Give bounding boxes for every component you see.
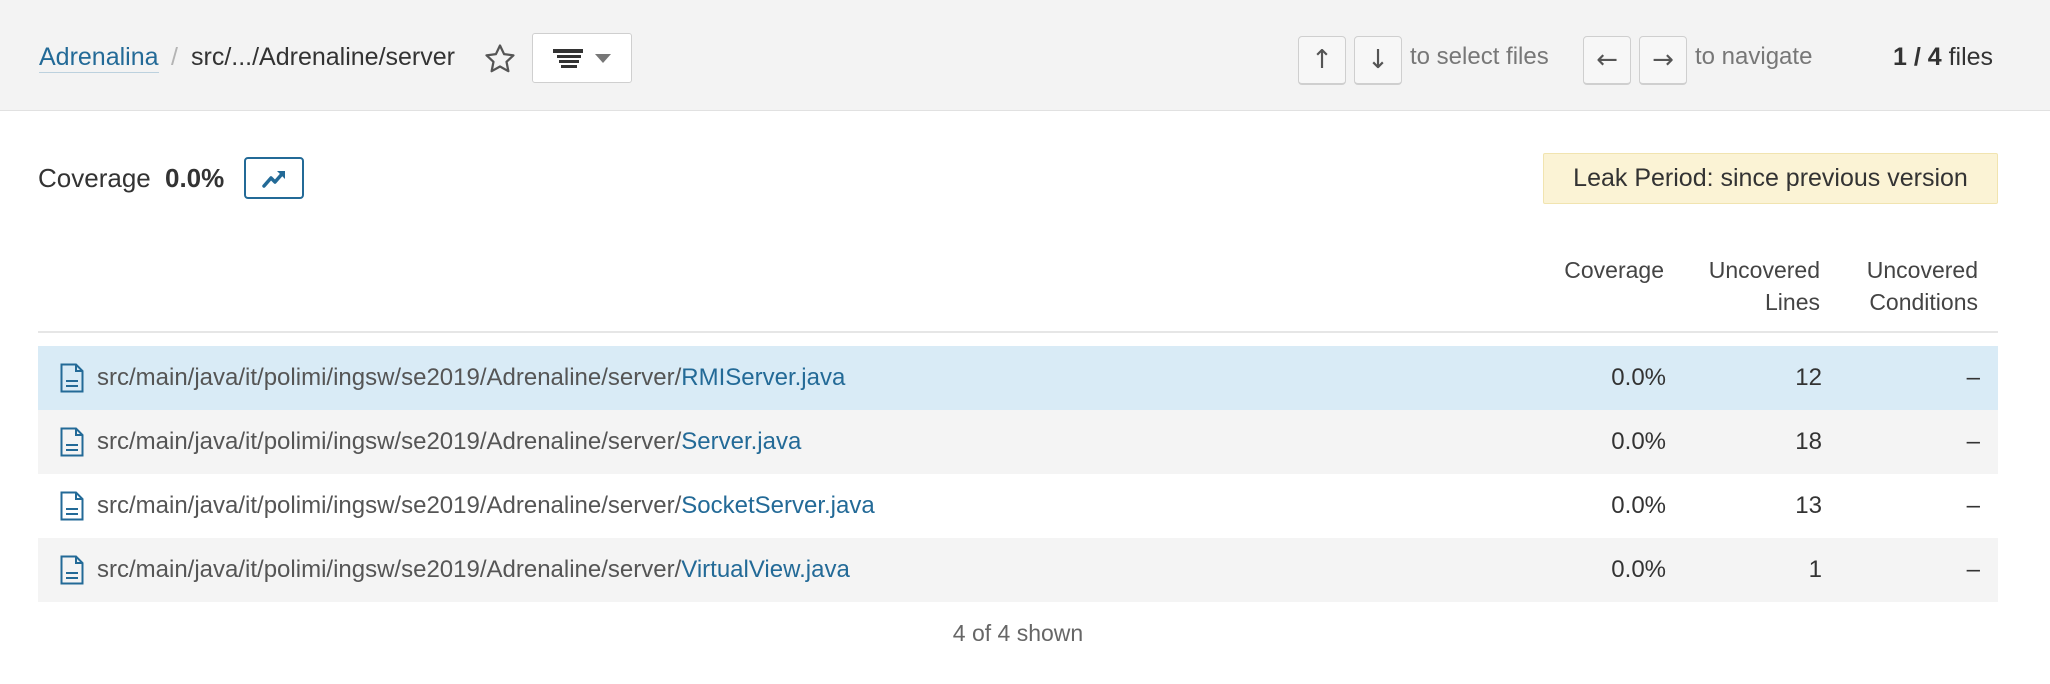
list-filter-icon [553, 49, 583, 68]
breadcrumb-separator: / [171, 43, 178, 71]
star-icon [485, 44, 515, 73]
column-header-uncovered-conditions-line2: Conditions [1869, 289, 1978, 315]
column-header-uncovered-lines-line1: Uncovered [1708, 257, 1820, 283]
column-header-uncovered-conditions-line1: Uncovered [1866, 257, 1978, 283]
coverage-metric-label: Coverage [38, 163, 151, 193]
uncovered-lines-cell[interactable]: 18 [1795, 427, 1822, 457]
table-header-divider [38, 331, 1998, 333]
select-down-key-button[interactable]: ↓ [1354, 36, 1402, 85]
files-position-value: 1 / 4 [1893, 43, 1942, 71]
table-row[interactable]: src/main/java/it/polimi/ingsw/se2019/Adr… [38, 474, 1998, 538]
file-directory: src/main/java/it/polimi/ingsw/se2019/Adr… [97, 492, 682, 519]
navigate-left-key-button[interactable]: ← [1583, 36, 1631, 85]
file-directory: src/main/java/it/polimi/ingsw/se2019/Adr… [97, 364, 682, 391]
column-header-uncovered-conditions[interactable]: Uncovered Conditions [1867, 254, 1978, 318]
coverage-cell: 0.0% [1611, 492, 1666, 519]
uncovered-conditions-cell: – [1966, 428, 1980, 455]
chevron-down-icon [595, 54, 611, 63]
select-files-hint: to select files [1410, 43, 1549, 70]
uncovered-conditions-cell: – [1966, 492, 1980, 519]
uncovered-conditions-cell: – [1966, 364, 1980, 391]
file-icon [60, 491, 84, 521]
top-bar: Adrenalina / src/.../Adrenaline/server ↑… [0, 0, 2050, 111]
trend-chart-icon [262, 171, 285, 188]
column-header-coverage[interactable]: Coverage [1564, 254, 1664, 286]
file-icon [60, 555, 84, 585]
coverage-cell: 0.0% [1611, 428, 1666, 455]
leak-period-badge: Leak Period: since previous version [1543, 153, 1998, 204]
file-name-link[interactable]: RMIServer.java [681, 364, 845, 391]
coverage-metric-value: 0.0% [165, 163, 225, 193]
navigate-hint: to navigate [1695, 43, 1813, 70]
file-path[interactable]: src/main/java/it/polimi/ingsw/se2019/Adr… [97, 555, 850, 585]
breadcrumb-project-link[interactable]: Adrenalina [39, 42, 159, 73]
file-path[interactable]: src/main/java/it/polimi/ingsw/se2019/Adr… [97, 363, 845, 393]
table-row[interactable]: src/main/java/it/polimi/ingsw/se2019/Adr… [38, 346, 1998, 410]
shown-count-footer: 4 of 4 shown [952, 620, 1084, 646]
files-position-counter: 1 / 4 files [1893, 42, 1993, 72]
column-header-uncovered-lines-line2: Lines [1765, 289, 1820, 315]
breadcrumb-current-path: src/.../Adrenaline/server [191, 43, 455, 71]
table-row[interactable]: src/main/java/it/polimi/ingsw/se2019/Adr… [38, 410, 1998, 474]
coverage-cell: 0.0% [1611, 364, 1666, 391]
column-header-coverage-label: Coverage [1564, 257, 1664, 283]
coverage-cell: 0.0% [1611, 556, 1666, 583]
uncovered-lines-cell[interactable]: 12 [1795, 363, 1822, 393]
file-path[interactable]: src/main/java/it/polimi/ingsw/se2019/Adr… [97, 427, 801, 457]
file-icon [60, 363, 84, 393]
file-icon [60, 427, 84, 457]
navigate-right-key-button[interactable]: → [1639, 36, 1687, 85]
column-header-uncovered-lines[interactable]: Uncovered Lines [1709, 254, 1820, 318]
uncovered-lines-cell[interactable]: 13 [1795, 491, 1822, 521]
file-directory: src/main/java/it/polimi/ingsw/se2019/Adr… [97, 556, 682, 583]
favorite-star-button[interactable] [483, 42, 517, 76]
files-suffix: files [1941, 43, 1994, 71]
uncovered-lines-cell[interactable]: 1 [1809, 555, 1822, 585]
file-path[interactable]: src/main/java/it/polimi/ingsw/se2019/Adr… [97, 491, 875, 521]
file-name-link[interactable]: Server.java [681, 428, 801, 455]
file-name-link[interactable]: SocketServer.java [681, 492, 874, 519]
table-row[interactable]: src/main/java/it/polimi/ingsw/se2019/Adr… [38, 538, 1998, 602]
file-directory: src/main/java/it/polimi/ingsw/se2019/Adr… [97, 428, 682, 455]
file-name-link[interactable]: VirtualView.java [681, 556, 850, 583]
coverage-history-button[interactable] [244, 157, 304, 199]
filter-dropdown-button[interactable] [532, 33, 632, 83]
select-up-key-button[interactable]: ↑ [1298, 36, 1346, 85]
uncovered-conditions-cell: – [1966, 556, 1980, 583]
